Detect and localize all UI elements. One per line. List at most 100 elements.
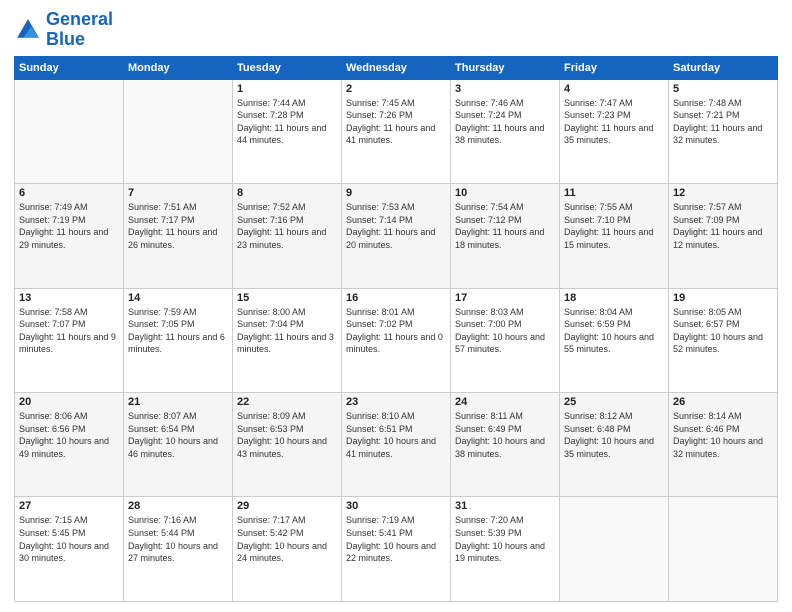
day-number: 1 [237, 83, 337, 95]
calendar-cell: 28Sunrise: 7:16 AMSunset: 5:44 PMDayligh… [124, 497, 233, 602]
day-number: 24 [455, 396, 555, 408]
calendar-cell: 13Sunrise: 7:58 AMSunset: 7:07 PMDayligh… [15, 288, 124, 392]
day-info: Sunrise: 8:12 AMSunset: 6:48 PMDaylight:… [564, 410, 664, 460]
calendar-cell: 18 Sunrise: 8:04 AMSunset: 6:59 PMDayligh… [560, 288, 669, 392]
logo-icon [14, 16, 42, 44]
day-number: 26 [673, 396, 773, 408]
logo: General Blue [14, 10, 113, 50]
day-info: Sunrise: 7:49 AMSunset: 7:19 PMDaylight:… [19, 201, 119, 251]
calendar-cell [560, 497, 669, 602]
calendar-cell: 4 Sunrise: 7:47 AMSunset: 7:23 PMDaylight… [560, 79, 669, 183]
day-number: 4 [564, 83, 664, 95]
day-info: Sunrise: 8:01 AMSunset: 7:02 PMDaylight:… [346, 306, 446, 356]
calendar-cell: 15 Sunrise: 8:00 AMSunset: 7:04 PMDayligh… [233, 288, 342, 392]
day-info: Sunrise: 7:57 AMSunset: 7:09 PMDaylight:… [673, 201, 773, 251]
day-info: Sunrise: 7:45 AMSunset: 7:26 PMDaylight:… [346, 97, 446, 147]
day-info: Sunrise: 7:59 AMSunset: 7:05 PMDaylight:… [128, 306, 228, 356]
day-info: Sunrise: 7:19 AMSunset: 5:41 PMDaylight:… [346, 514, 446, 564]
col-header-tuesday: Tuesday [233, 56, 342, 79]
day-number: 27 [19, 500, 119, 512]
day-info: Sunrise: 8:14 AMSunset: 6:46 PMDaylight:… [673, 410, 773, 460]
day-number: 31 [455, 500, 555, 512]
day-number: 19 [673, 292, 773, 304]
day-info: Sunrise: 7:52 AMSunset: 7:16 PMDaylight:… [237, 201, 337, 251]
logo-text: General Blue [46, 10, 113, 50]
calendar-cell: 16 Sunrise: 8:01 AMSunset: 7:02 PMDayligh… [342, 288, 451, 392]
col-header-thursday: Thursday [451, 56, 560, 79]
calendar-cell [669, 497, 778, 602]
day-info: Sunrise: 8:04 AMSunset: 6:59 PMDaylight:… [564, 306, 664, 356]
day-number: 12 [673, 187, 773, 199]
day-number: 3 [455, 83, 555, 95]
calendar-cell: 21Sunrise: 8:07 AMSunset: 6:54 PMDayligh… [124, 393, 233, 497]
day-number: 15 [237, 292, 337, 304]
col-header-sunday: Sunday [15, 56, 124, 79]
calendar-cell: 27 Sunrise: 7:15 AMSunset: 5:45 PMDayligh… [15, 497, 124, 602]
day-info: Sunrise: 8:05 AMSunset: 6:57 PMDaylight:… [673, 306, 773, 356]
day-number: 10 [455, 187, 555, 199]
calendar-cell: 29 Sunrise: 7:17 AMSunset: 5:42 PMDayligh… [233, 497, 342, 602]
day-number: 11 [564, 187, 664, 199]
day-info: Sunrise: 8:00 AMSunset: 7:04 PMDaylight:… [237, 306, 337, 356]
day-number: 30 [346, 500, 446, 512]
calendar-cell: 20 Sunrise: 8:06 AMSunset: 6:56 PMDayligh… [15, 393, 124, 497]
calendar-week-row: 20 Sunrise: 8:06 AMSunset: 6:56 PMDayligh… [15, 393, 778, 497]
day-number: 29 [237, 500, 337, 512]
calendar-cell: 22 Sunrise: 8:09 AMSunset: 6:53 PMDayligh… [233, 393, 342, 497]
calendar-cell: 2 Sunrise: 7:45 AMSunset: 7:26 PMDaylight… [342, 79, 451, 183]
calendar-header-row: SundayMondayTuesdayWednesdayThursdayFrid… [15, 56, 778, 79]
day-info: Sunrise: 8:06 AMSunset: 6:56 PMDaylight:… [19, 410, 119, 460]
day-number: 25 [564, 396, 664, 408]
calendar-cell: 6Sunrise: 7:49 AMSunset: 7:19 PMDaylight… [15, 184, 124, 288]
col-header-saturday: Saturday [669, 56, 778, 79]
calendar-week-row: 27 Sunrise: 7:15 AMSunset: 5:45 PMDayligh… [15, 497, 778, 602]
day-number: 18 [564, 292, 664, 304]
day-number: 2 [346, 83, 446, 95]
day-info: Sunrise: 8:10 AMSunset: 6:51 PMDaylight:… [346, 410, 446, 460]
day-info: Sunrise: 7:17 AMSunset: 5:42 PMDaylight:… [237, 514, 337, 564]
calendar-cell: 30 Sunrise: 7:19 AMSunset: 5:41 PMDayligh… [342, 497, 451, 602]
day-info: Sunrise: 7:44 AMSunset: 7:28 PMDaylight:… [237, 97, 337, 147]
day-info: Sunrise: 7:54 AMSunset: 7:12 PMDaylight:… [455, 201, 555, 251]
col-header-friday: Friday [560, 56, 669, 79]
calendar-cell: 9 Sunrise: 7:53 AMSunset: 7:14 PMDaylight… [342, 184, 451, 288]
header: General Blue [14, 10, 778, 50]
day-info: Sunrise: 7:53 AMSunset: 7:14 PMDaylight:… [346, 201, 446, 251]
calendar-cell [15, 79, 124, 183]
calendar-cell: 10 Sunrise: 7:54 AMSunset: 7:12 PMDayligh… [451, 184, 560, 288]
calendar-table: SundayMondayTuesdayWednesdayThursdayFrid… [14, 56, 778, 602]
day-number: 13 [19, 292, 119, 304]
day-number: 20 [19, 396, 119, 408]
calendar-cell: 12 Sunrise: 7:57 AMSunset: 7:09 PMDayligh… [669, 184, 778, 288]
day-number: 8 [237, 187, 337, 199]
calendar-week-row: 6Sunrise: 7:49 AMSunset: 7:19 PMDaylight… [15, 184, 778, 288]
calendar-cell: 14 Sunrise: 7:59 AMSunset: 7:05 PMDayligh… [124, 288, 233, 392]
day-info: Sunrise: 7:47 AMSunset: 7:23 PMDaylight:… [564, 97, 664, 147]
calendar-cell: 19 Sunrise: 8:05 AMSunset: 6:57 PMDayligh… [669, 288, 778, 392]
day-number: 28 [128, 500, 228, 512]
calendar-cell: 1 Sunrise: 7:44 AMSunset: 7:28 PMDaylight… [233, 79, 342, 183]
col-header-wednesday: Wednesday [342, 56, 451, 79]
day-info: Sunrise: 8:09 AMSunset: 6:53 PMDaylight:… [237, 410, 337, 460]
calendar-week-row: 1 Sunrise: 7:44 AMSunset: 7:28 PMDaylight… [15, 79, 778, 183]
day-info: Sunrise: 7:55 AMSunset: 7:10 PMDaylight:… [564, 201, 664, 251]
calendar-week-row: 13Sunrise: 7:58 AMSunset: 7:07 PMDayligh… [15, 288, 778, 392]
day-number: 14 [128, 292, 228, 304]
day-info: Sunrise: 7:51 AMSunset: 7:17 PMDaylight:… [128, 201, 228, 251]
calendar-cell: 23Sunrise: 8:10 AMSunset: 6:51 PMDayligh… [342, 393, 451, 497]
day-info: Sunrise: 7:15 AMSunset: 5:45 PMDaylight:… [19, 514, 119, 564]
day-number: 9 [346, 187, 446, 199]
day-number: 7 [128, 187, 228, 199]
day-number: 16 [346, 292, 446, 304]
day-info: Sunrise: 8:03 AMSunset: 7:00 PMDaylight:… [455, 306, 555, 356]
calendar-cell: 7 Sunrise: 7:51 AMSunset: 7:17 PMDaylight… [124, 184, 233, 288]
col-header-monday: Monday [124, 56, 233, 79]
calendar-cell: 3Sunrise: 7:46 AMSunset: 7:24 PMDaylight… [451, 79, 560, 183]
calendar-cell [124, 79, 233, 183]
day-number: 22 [237, 396, 337, 408]
day-info: Sunrise: 7:20 AMSunset: 5:39 PMDaylight:… [455, 514, 555, 564]
calendar-cell: 17Sunrise: 8:03 AMSunset: 7:00 PMDayligh… [451, 288, 560, 392]
calendar-cell: 25 Sunrise: 8:12 AMSunset: 6:48 PMDayligh… [560, 393, 669, 497]
calendar-cell: 11 Sunrise: 7:55 AMSunset: 7:10 PMDayligh… [560, 184, 669, 288]
calendar-cell: 24Sunrise: 8:11 AMSunset: 6:49 PMDayligh… [451, 393, 560, 497]
